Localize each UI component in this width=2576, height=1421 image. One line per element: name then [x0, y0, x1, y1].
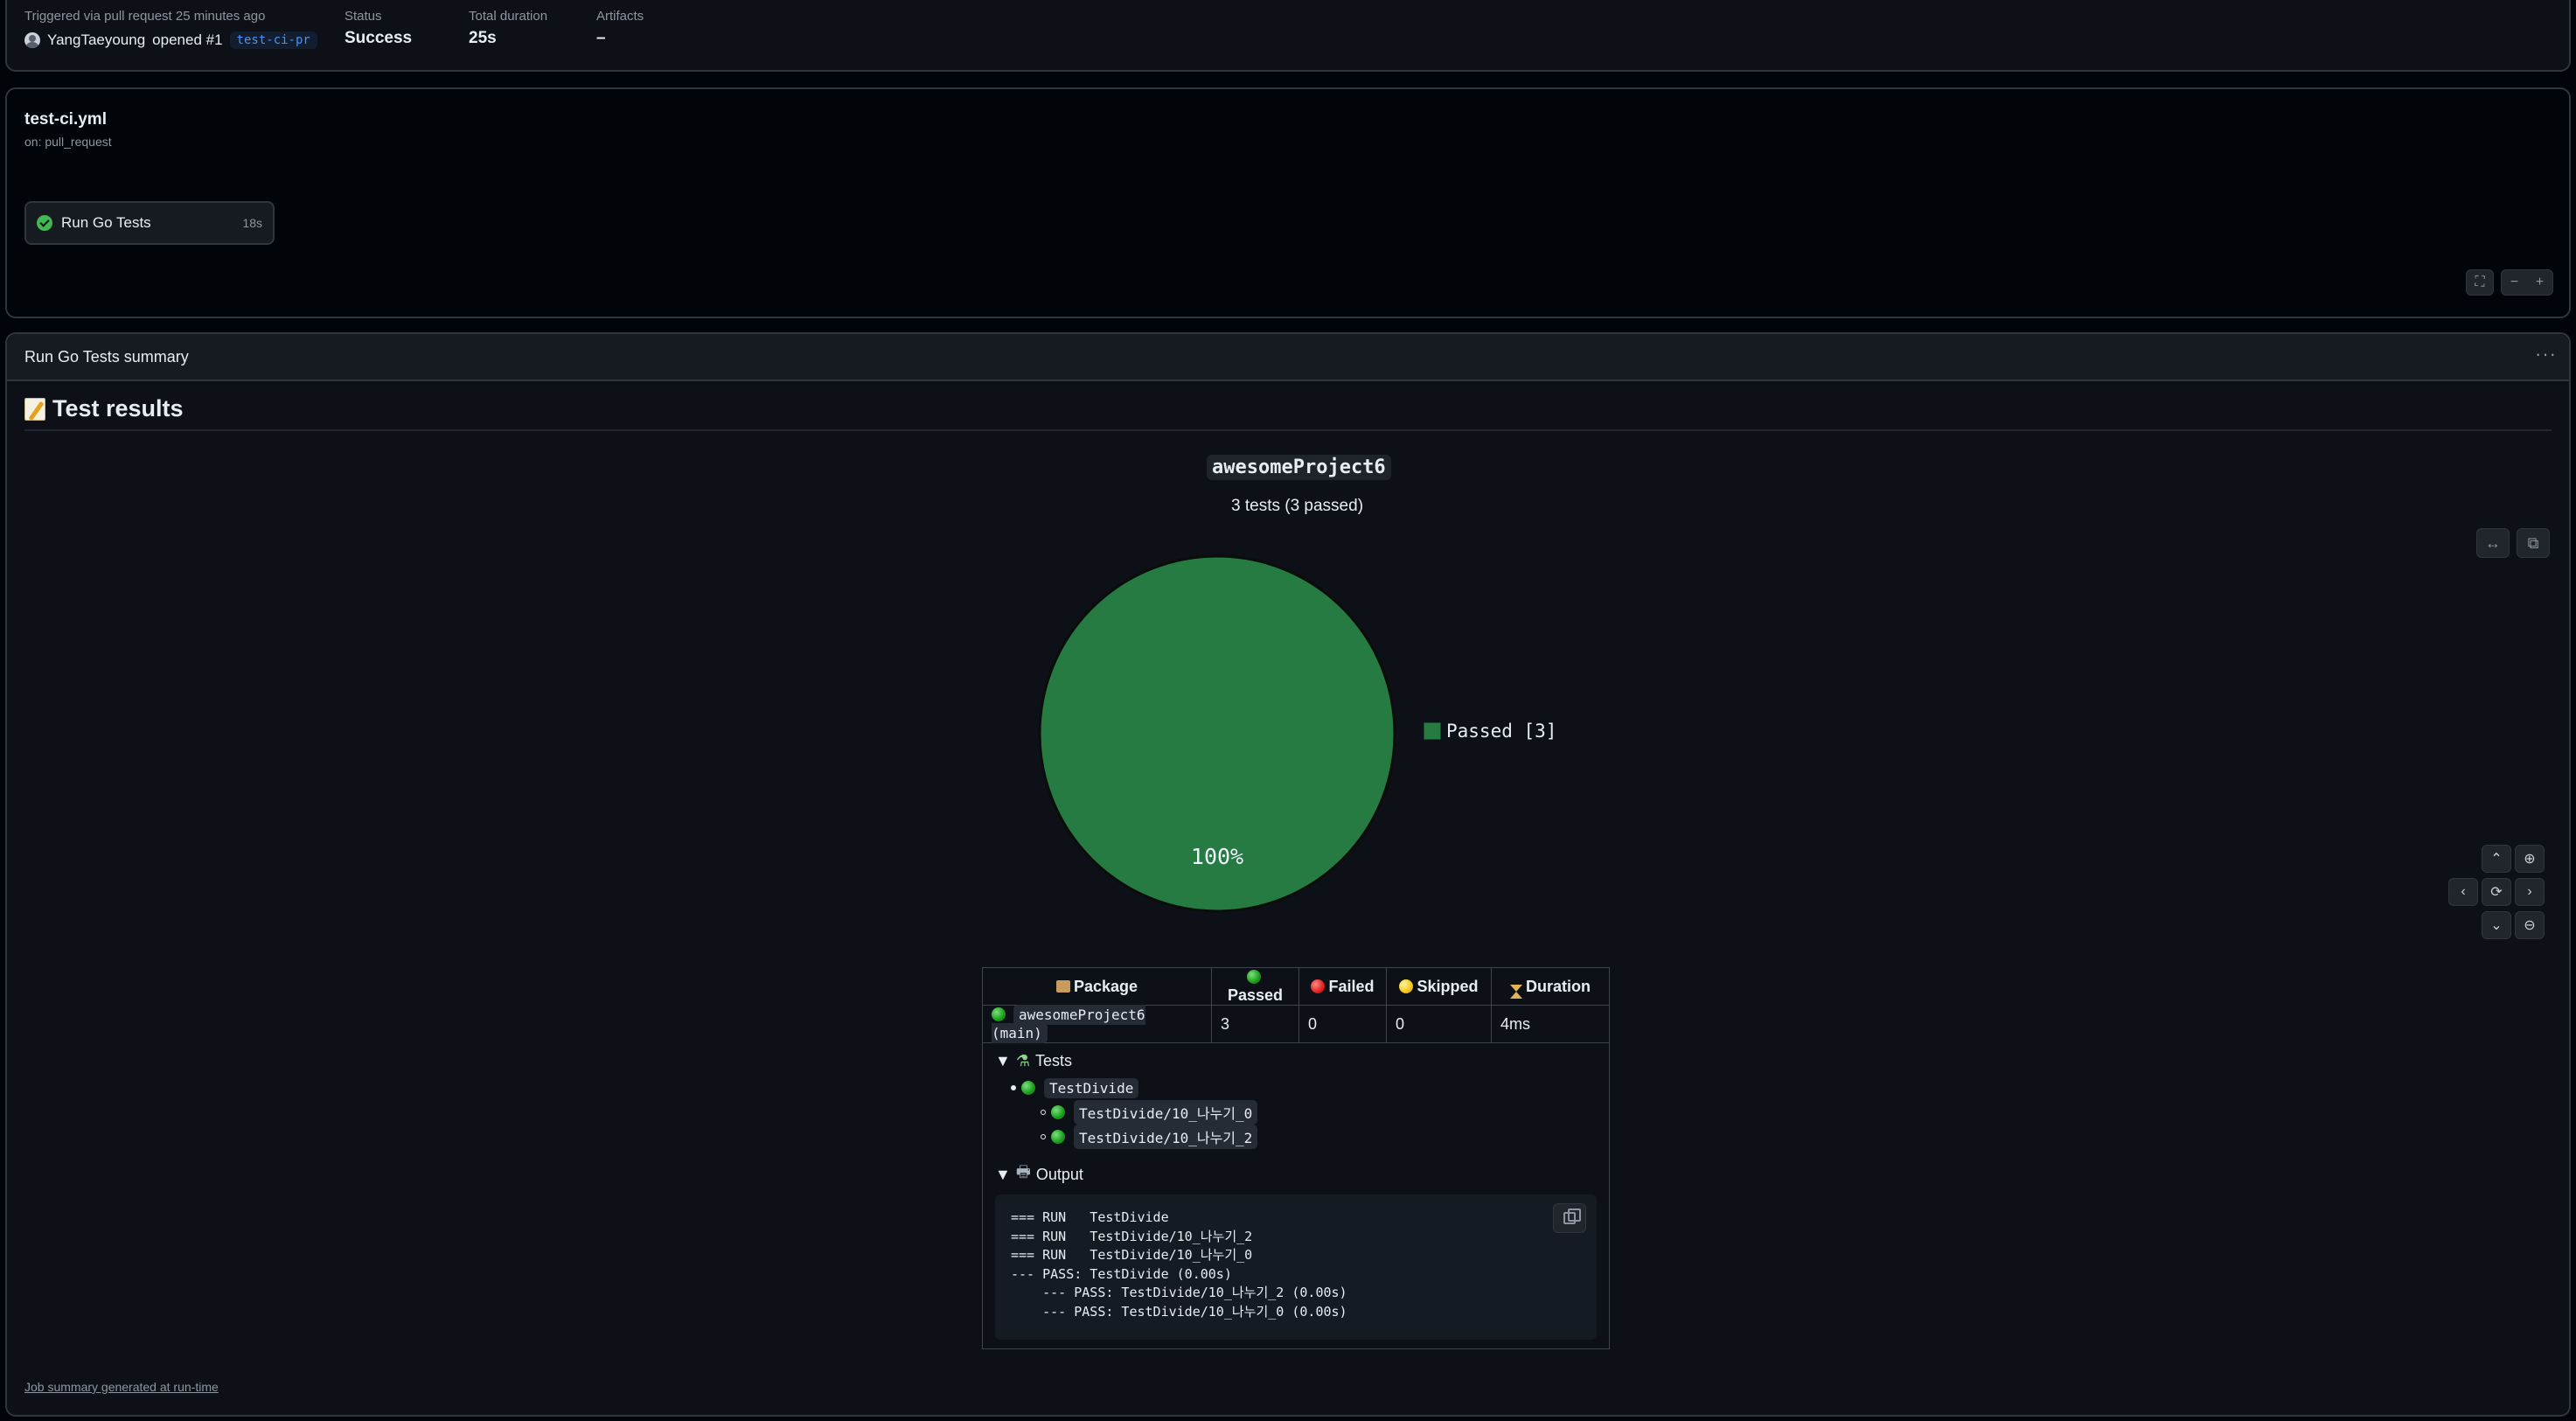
- bullet-icon: [1011, 1085, 1016, 1090]
- test-tree: TestDivide TestDivide/10_나누기_0 TestDivid…: [1011, 1076, 1597, 1149]
- results-table: Package Passed Failed Skipped Duration a…: [982, 967, 1610, 1349]
- output-line: --- PASS: TestDivide/10_나누기_2 (0.00s): [1011, 1285, 1347, 1300]
- cell-package: awesomeProject6 (main): [982, 1005, 1212, 1043]
- output-line: === RUN TestDivide/10_나누기_0: [1011, 1247, 1253, 1263]
- cell-passed: 3: [1211, 1005, 1299, 1043]
- cell-duration: 4ms: [1491, 1005, 1610, 1043]
- green-circle-icon: [1246, 970, 1261, 984]
- output-label: Output: [1035, 1165, 1083, 1183]
- header-package: Package: [982, 967, 1212, 1006]
- memo-icon: [24, 397, 45, 421]
- job-summary-panel: Run Go Tests summary ··· Test results aw…: [5, 332, 2571, 1417]
- table-header-row: Package Passed Failed Skipped Duration: [982, 967, 1610, 1006]
- duration-label: Total duration: [469, 9, 548, 24]
- list-item: TestDivide/10_나누기_2: [1041, 1125, 1597, 1149]
- test-results-heading: Test results: [24, 395, 2552, 431]
- header-passed: Passed: [1211, 967, 1299, 1006]
- header-duration: Duration: [1491, 967, 1610, 1006]
- workflow-file-name: test-ci.yml: [24, 110, 107, 129]
- red-circle-icon: [1311, 979, 1326, 993]
- job-summary-footer-link[interactable]: Job summary generated at run-time: [24, 1380, 219, 1394]
- zoom-out-button[interactable]: −: [2510, 275, 2518, 290]
- actor-name[interactable]: YangTaeyoung: [47, 31, 145, 49]
- artifacts-label: Artifacts: [596, 9, 644, 24]
- output-code-block: === RUN TestDivide === RUN TestDivide/10_…: [995, 1195, 1597, 1340]
- zoom-out-icon[interactable]: ⊖: [2515, 911, 2545, 939]
- cell-failed: 0: [1298, 1005, 1387, 1043]
- tests-label: Tests: [1034, 1052, 1072, 1069]
- pan-left-button[interactable]: ‹: [2448, 878, 2478, 906]
- copy-output-button[interactable]: [1553, 1203, 1586, 1233]
- header-skipped: Skipped: [1386, 967, 1492, 1006]
- green-circle-icon: [1051, 1130, 1065, 1144]
- project-subtitle: 3 tests (3 passed): [1231, 497, 1364, 515]
- job-duration: 18s: [242, 216, 262, 230]
- output-line: --- PASS: TestDivide/10_나누기_0 (0.00s): [1011, 1303, 1347, 1320]
- workflow-graph-panel: test-ci.yml on: pull_request Run Go Test…: [5, 87, 2571, 318]
- package-icon: [1055, 979, 1070, 993]
- list-item: TestDivide: [1011, 1076, 1597, 1100]
- pie-chart: 100% Passed [3]: [1038, 554, 1556, 913]
- printer-icon: 🖶: [1015, 1163, 1031, 1181]
- summary-header: Run Go Tests summary ···: [7, 334, 2569, 381]
- kebab-menu-icon[interactable]: ···: [2535, 343, 2557, 366]
- green-circle-icon: [992, 1007, 1006, 1021]
- trigger-text: Triggered via pull request 25 minutes ag…: [24, 9, 266, 24]
- reset-icon[interactable]: ⟳: [2482, 878, 2511, 906]
- copy-icon: [1563, 1209, 1581, 1224]
- heading-text: Test results: [52, 395, 184, 421]
- summary-title: Run Go Tests summary: [24, 348, 189, 366]
- fit-width-button[interactable]: ↔: [2476, 528, 2510, 558]
- output-line: === RUN TestDivide/10_나누기_2: [1011, 1228, 1253, 1244]
- branch-pill[interactable]: test-ci-pr: [229, 31, 317, 49]
- output-line: === RUN TestDivide: [1011, 1209, 1169, 1225]
- legend-label-passed: Passed [3]: [1446, 721, 1556, 742]
- cell-skipped: 0: [1386, 1005, 1492, 1043]
- zoom-in-icon[interactable]: ⊕: [2515, 845, 2545, 873]
- copy-diagram-button[interactable]: ⧉: [2517, 528, 2550, 558]
- pan-down-button[interactable]: ⌄: [2482, 911, 2511, 939]
- table-row: awesomeProject6 (main) 3 0 0 4ms: [982, 1005, 1610, 1043]
- fullscreen-button[interactable]: ⛶: [2466, 269, 2494, 296]
- hourglass-icon: [1510, 984, 1522, 999]
- pie-slice-label: 100%: [1191, 844, 1243, 869]
- test-name: TestDivide/10_나누기_2: [1074, 1125, 1258, 1149]
- pan-right-button[interactable]: ›: [2515, 878, 2545, 906]
- header-failed: Failed: [1298, 967, 1387, 1006]
- legend-swatch-passed: [1423, 721, 1442, 741]
- status-value: Success: [345, 29, 413, 47]
- avatar[interactable]: [24, 32, 40, 48]
- check-circle-icon: [37, 215, 52, 231]
- details-row: ▼ ⚗ Tests TestDivide TestDivide/10_나누기_0: [982, 1042, 1610, 1349]
- triangle-down-icon: ▼: [995, 1165, 1011, 1183]
- duration-value: 25s: [469, 29, 497, 47]
- test-tube-icon: ⚗: [1015, 1052, 1030, 1069]
- test-name: TestDivide: [1044, 1077, 1139, 1098]
- pan-up-button[interactable]: ⌃: [2482, 845, 2511, 873]
- bullet-icon: [1041, 1110, 1046, 1115]
- test-name: TestDivide/10_나누기_0: [1074, 1100, 1258, 1125]
- list-item: TestDivide/10_나누기_0: [1041, 1100, 1597, 1125]
- yellow-circle-icon: [1399, 979, 1414, 993]
- workflow-event: on: pull_request: [24, 135, 112, 149]
- run-meta-panel: Triggered via pull request 25 minutes ag…: [5, 0, 2571, 72]
- project-title: awesomeProject6: [1207, 455, 1391, 480]
- bullet-icon: [1041, 1134, 1046, 1139]
- artifacts-value: –: [596, 29, 606, 47]
- job-card-run-go-tests[interactable]: Run Go Tests 18s: [24, 201, 275, 245]
- green-circle-icon: [1051, 1105, 1065, 1119]
- green-circle-icon: [1021, 1081, 1035, 1095]
- trigger-action[interactable]: opened #1: [152, 31, 222, 49]
- trigger-row: YangTaeyoung opened #1 test-ci-pr: [24, 31, 317, 49]
- output-disclosure[interactable]: ▼ 🖶 Output: [995, 1161, 1597, 1188]
- output-line: --- PASS: TestDivide (0.00s): [1011, 1265, 1232, 1282]
- triangle-down-icon: ▼: [995, 1052, 1011, 1069]
- zoom-in-button[interactable]: +: [2536, 275, 2544, 290]
- job-name: Run Go Tests: [61, 214, 151, 231]
- zoom-controls: − +: [2501, 269, 2553, 296]
- status-label: Status: [345, 9, 382, 24]
- tests-disclosure[interactable]: ▼ ⚗ Tests: [995, 1052, 1597, 1070]
